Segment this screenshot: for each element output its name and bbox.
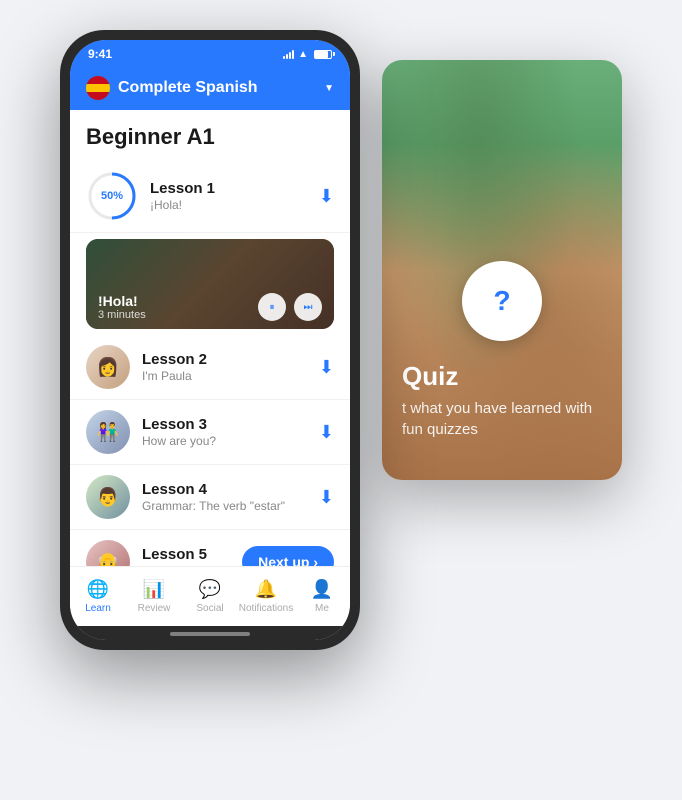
home-indicator [70,626,350,640]
lesson-thumbnail: 👩 [86,345,130,389]
course-title: Complete Spanish [118,79,316,97]
nav-label-me: Me [315,603,329,614]
lesson-info: Lesson 4 Grammar: The verb "estar" [142,481,307,513]
lesson-subtitle: ¡Hola! [150,198,307,212]
social-icon: 💬 [199,579,221,600]
notifications-icon: 🔔 [255,579,277,600]
nav-label-learn: Learn [85,603,111,614]
lesson-subtitle: Grammar: The verb "estar" [142,499,307,513]
lesson-title: Lesson 5 [142,546,230,563]
home-bar [170,632,250,636]
lesson-subtitle: How are you? [142,434,307,448]
lesson-info: Lesson 1 ¡Hola! [150,180,307,212]
video-btn-2[interactable]: ⏭ [294,293,322,321]
lesson-thumbnail: 👫 [86,410,130,454]
progress-percent: 50% [101,190,123,202]
lesson-thumbnail: 👨 [86,475,130,519]
spanish-flag-icon [86,76,110,100]
nav-label-social: Social [196,603,223,614]
nav-label-review: Review [138,603,171,614]
learn-icon: 🌐 [87,579,109,600]
video-duration: 3 minutes [98,309,234,321]
video-info: !Hola! 3 minutes [86,285,246,329]
bottom-nav: 🌐 Learn 📊 Review 💬 Social 🔔 Notification… [70,566,350,626]
lesson-title: Lesson 1 [150,180,307,197]
status-bar: 9:41 ▲ [70,40,350,68]
app-header[interactable]: Complete Spanish ▼ [70,68,350,110]
wifi-icon: ▲ [298,49,308,60]
quiz-card: ? Quiz t what you have learned with fun … [382,60,622,480]
lesson-subtitle: I'm Paula [142,369,307,383]
lesson-item[interactable]: 👩 Lesson 2 I'm Paula ⬇ [70,335,350,400]
video-btn-1[interactable]: ⏸ [258,293,286,321]
me-icon: 👤 [311,579,333,600]
download-icon[interactable]: ⬇ [319,357,334,378]
signal-icon [283,49,294,59]
lesson-info: Lesson 5 "Tú" or "usted"? [142,546,230,566]
lesson-info: Lesson 2 I'm Paula [142,351,307,383]
lesson-item[interactable]: 👴 Lesson 5 "Tú" or "usted"? Next up › [70,530,350,566]
progress-ring: 50% [86,170,138,222]
lesson-title: Lesson 2 [142,351,307,368]
video-controls: ⏸ ⏭ [246,285,334,329]
nav-item-social[interactable]: 💬 Social [182,579,238,614]
video-card[interactable]: !Hola! 3 minutes ⏸ ⏭ [86,239,334,329]
nav-label-notifications: Notifications [239,603,293,614]
lesson-item[interactable]: 👨 Lesson 4 Grammar: The verb "estar" ⬇ [70,465,350,530]
quiz-circle[interactable]: ? [462,261,542,341]
phone-mockup: 9:41 ▲ Complete Spanish ▼ Begi [60,30,360,650]
status-time: 9:41 [88,47,112,61]
section-title: Beginner A1 [70,110,350,160]
lesson-item[interactable]: 👫 Lesson 3 How are you? ⬇ [70,400,350,465]
nav-item-learn[interactable]: 🌐 Learn [70,579,126,614]
quiz-icon: ? [493,285,510,317]
lesson-title: Lesson 3 [142,416,307,433]
status-icons: ▲ [283,49,332,60]
chevron-down-icon: ▼ [324,83,334,94]
next-up-button[interactable]: Next up › [242,546,334,566]
download-icon[interactable]: ⬇ [319,487,334,508]
quiz-title: Quiz [402,361,602,392]
quiz-subtitle: t what you have learned with fun quizzes [402,398,602,440]
lesson-info: Lesson 3 How are you? [142,416,307,448]
lesson-title: Lesson 4 [142,481,307,498]
battery-icon [314,50,332,59]
content-area: Beginner A1 50% Lesson 1 ¡Hola! ⬇ [70,110,350,566]
download-icon[interactable]: ⬇ [319,186,334,207]
nav-item-review[interactable]: 📊 Review [126,579,182,614]
nav-item-notifications[interactable]: 🔔 Notifications [238,579,294,614]
lesson-item[interactable]: 50% Lesson 1 ¡Hola! ⬇ [70,160,350,233]
nav-item-me[interactable]: 👤 Me [294,579,350,614]
download-icon[interactable]: ⬇ [319,422,334,443]
video-title: !Hola! [98,293,234,309]
lesson-thumbnail: 👴 [86,540,130,566]
review-icon: 📊 [143,579,165,600]
